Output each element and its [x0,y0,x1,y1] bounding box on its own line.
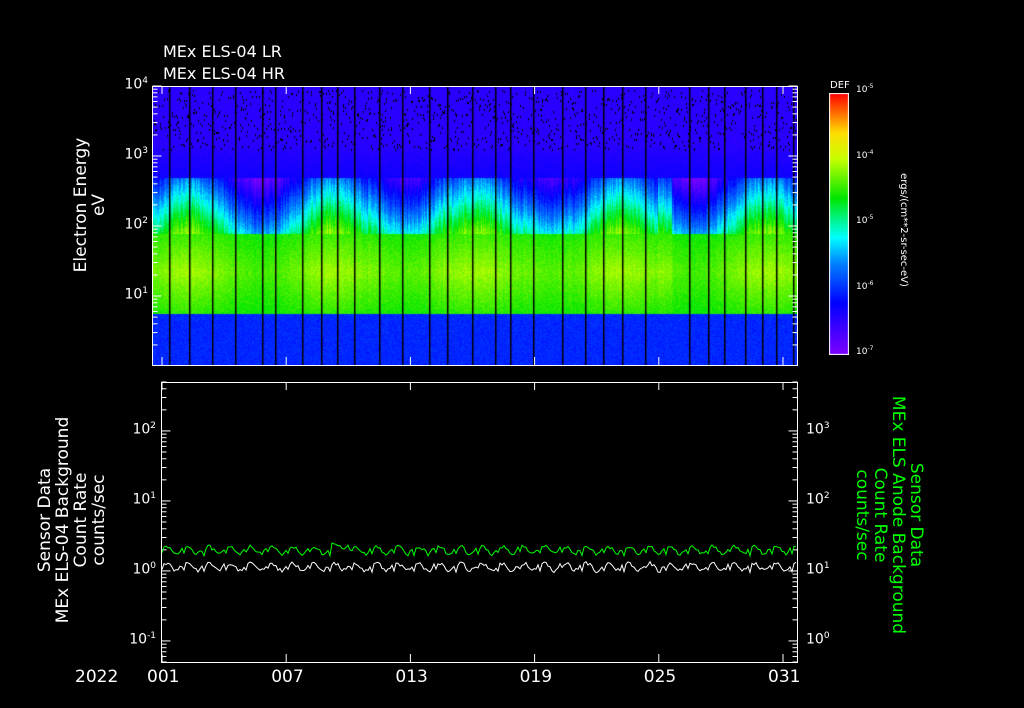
ylabel-line: Count Rate [71,472,91,568]
bottom-y2label: Sensor Data MEx ELS Anode Background Cou… [852,390,926,640]
colorbar-label: DEF [830,80,850,91]
y2label-line: Sensor Data [906,462,926,568]
x-tick-label: 007 [271,667,304,687]
y-tick-label: 10-4 [856,148,874,161]
top-panel-frame [152,86,798,366]
colorbar-units: ergs/(cm**2-sr-sec-eV) [898,173,909,287]
bottom-panel-frame [161,382,798,663]
year-label: 2022 [75,667,119,687]
y-tick-label: 104 [124,76,148,93]
x-tick-label: 025 [643,667,677,687]
y2label-line: Count Rate [870,467,890,563]
ylabel-line: MEx ELS-04 Background [53,416,73,624]
y2label-line: counts/sec [852,469,872,561]
plot-window: MEx ELS-04 LR MEx ELS-04 HR DEF ergs/(cm… [0,0,1024,708]
y-tick-label: 103 [124,146,148,163]
y-tick-label: 10-7 [856,345,874,357]
y-tick-label: 102 [806,491,830,508]
y-tick-label: 100 [806,631,830,648]
y-tick-label: 10-6 [856,279,874,292]
y-tick-label: 10-1 [129,631,156,648]
y-tick-label: 101 [806,561,830,578]
y-tick-label: 10-5 [856,83,874,95]
y-tick-label: 10-5 [856,214,874,226]
y-tick-label: 100 [132,561,156,578]
ylabel-line: eV [89,193,109,217]
x-tick-label: 031 [768,667,801,687]
x-tick-label: 013 [395,667,428,687]
ylabel-line: counts/sec [89,474,109,566]
y-tick-label: 102 [124,216,148,233]
green-anode-series [161,542,797,558]
x-tick-label: 019 [519,667,553,687]
ylabel-line: Sensor Data [35,467,55,573]
y-tick-label: 102 [132,421,156,438]
y2label-line: MEx ELS Anode Background [888,395,908,635]
white-background-series [161,560,797,575]
ylabel-line: Electron Energy [71,137,91,273]
x-tick-label: 001 [147,667,180,687]
bottom-ylabel: Sensor Data MEx ELS-04 Background Count … [35,400,109,640]
y-tick-label: 101 [124,286,148,303]
y-tick-label: 103 [806,421,830,438]
y-tick-label: 101 [132,491,156,508]
top-ylabel: Electron Energy eV [71,110,109,300]
